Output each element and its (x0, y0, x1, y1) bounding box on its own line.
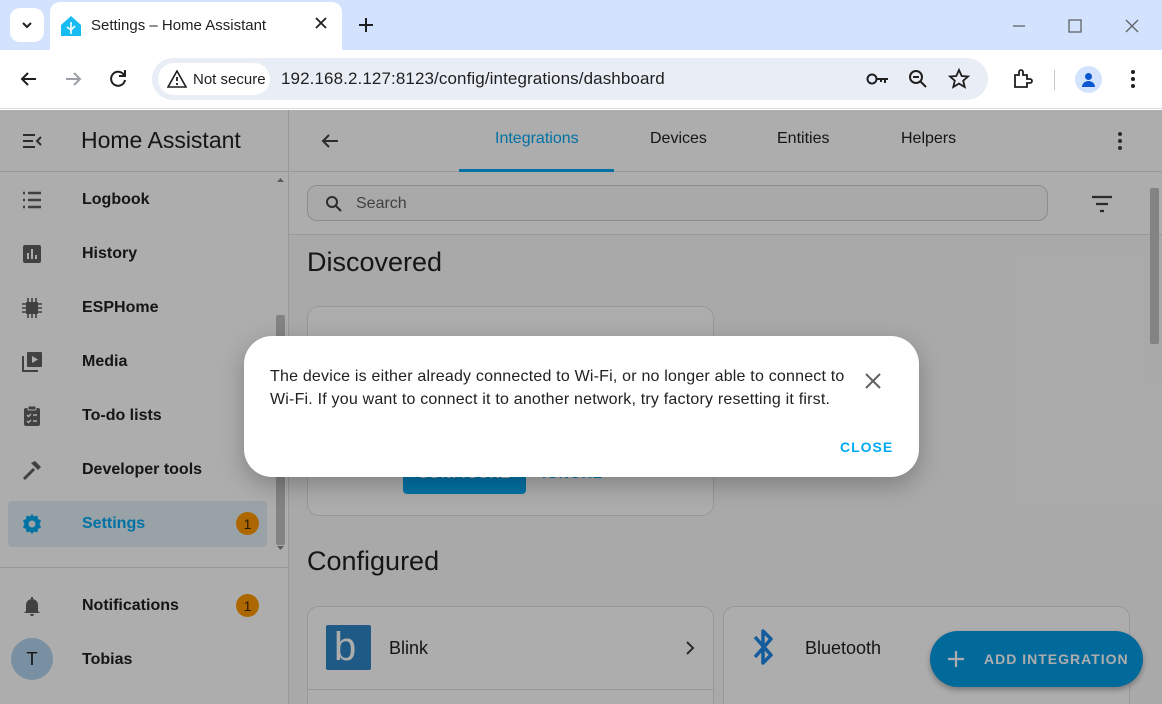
not-secure-label: Not secure (193, 71, 266, 88)
back-icon[interactable] (17, 67, 41, 91)
tab-search-button[interactable] (10, 8, 44, 42)
browser-menu-icon[interactable] (1121, 67, 1145, 91)
reload-icon[interactable] (106, 67, 130, 91)
minimize-icon[interactable] (1007, 14, 1031, 38)
url-text[interactable]: 192.168.2.127:8123/config/integrations/d… (281, 69, 665, 89)
profile-button[interactable] (1075, 66, 1102, 93)
address-bar[interactable]: Not secure 192.168.2.127:8123/config/int… (152, 58, 988, 100)
warning-icon (167, 70, 187, 88)
maximize-icon[interactable] (1063, 14, 1087, 38)
profile-icon (1082, 73, 1095, 87)
close-icon[interactable] (862, 370, 884, 392)
chevron-down-icon (22, 22, 32, 29)
new-tab-icon[interactable] (354, 13, 378, 37)
key-icon[interactable] (865, 68, 891, 90)
alert-dialog: The device is either already connected t… (244, 336, 919, 477)
bookmark-star-icon[interactable] (947, 67, 971, 91)
close-button[interactable]: CLOSE (840, 439, 893, 455)
tab-title: Settings – Home Assistant (91, 17, 267, 34)
close-window-icon[interactable] (1120, 14, 1144, 38)
dialog-message: The device is either already connected t… (270, 368, 845, 408)
extensions-icon[interactable] (1010, 67, 1034, 91)
browser-tab[interactable]: Settings – Home Assistant (50, 2, 342, 50)
browser-tabstrip: Settings – Home Assistant (0, 0, 1162, 50)
site-info-chip[interactable]: Not secure (158, 63, 270, 95)
zoom-icon[interactable] (906, 67, 930, 91)
home-assistant-favicon-icon (61, 16, 81, 36)
close-tab-icon[interactable] (312, 14, 330, 32)
browser-toolbar: Not secure 192.168.2.127:8123/config/int… (0, 50, 1162, 109)
forward-icon[interactable] (61, 67, 85, 91)
toolbar-divider (1054, 70, 1055, 90)
